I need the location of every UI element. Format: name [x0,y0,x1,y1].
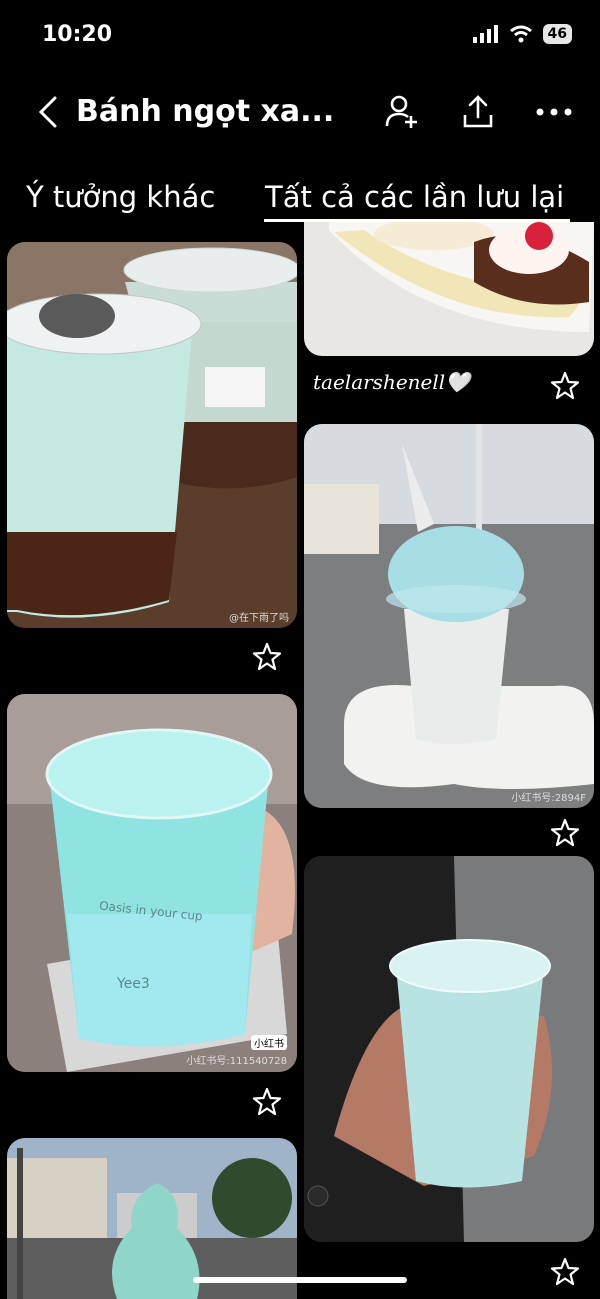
xhs-badge: 小红书 [251,1035,287,1050]
pin-image [304,424,594,808]
save-star-button[interactable] [252,642,282,676]
pin-image [304,856,594,1242]
pin-watermark: 小红书号:2894F [511,793,586,804]
pin-held-iced-drink[interactable] [304,856,594,1242]
share-button[interactable] [458,92,498,132]
pin-image [304,222,594,356]
pin-mint-chocolate-drinks[interactable]: @在下雨了吗 [7,242,297,628]
back-icon [38,96,57,128]
status-time: 10:20 [42,22,113,47]
pin-mint-float-drink[interactable]: 小红书号:2894F [304,424,594,808]
add-collaborator-button[interactable] [382,92,422,132]
save-star-button[interactable] [550,371,580,405]
signal-icon [472,25,498,43]
pin-mint-soft-serve[interactable] [7,1138,297,1299]
pin-watermark: 小红书号:111540728 [186,1056,287,1067]
share-icon [463,95,493,128]
pin-caption: taelarshenell🤍 [313,370,471,394]
pin-image [7,242,297,628]
save-star-button[interactable] [550,818,580,852]
star-icon [550,371,580,400]
star-icon [252,1087,282,1116]
save-star-button[interactable] [550,1257,580,1291]
add-collaborator-icon [385,95,417,128]
save-star-button[interactable] [252,1087,282,1121]
more-button[interactable] [534,92,574,132]
home-indicator [193,1277,407,1283]
wifi-icon [509,25,532,43]
star-icon [550,818,580,847]
tab-all-saves[interactable]: Tất cả các lần lưu lại [265,180,564,214]
more-icon [536,108,572,116]
board-title: Bánh ngọt xa... [76,94,335,129]
status-icons: 46 [472,24,572,44]
tab-more-ideas[interactable]: Ý tưởng khác [26,180,215,214]
pin-banana-split[interactable] [304,222,594,356]
cup-brand: Yee3 [117,976,150,992]
pin-blue-iced-drink[interactable]: Oasis in your cup Yee3 小红书 小红书号:11154072… [7,694,297,1072]
star-icon [550,1257,580,1286]
pin-watermark: @在下雨了吗 [229,613,289,624]
pin-image [7,1138,297,1299]
pin-image [7,694,297,1072]
star-icon [252,642,282,671]
battery-indicator: 46 [542,24,572,44]
back-button[interactable] [28,92,68,132]
